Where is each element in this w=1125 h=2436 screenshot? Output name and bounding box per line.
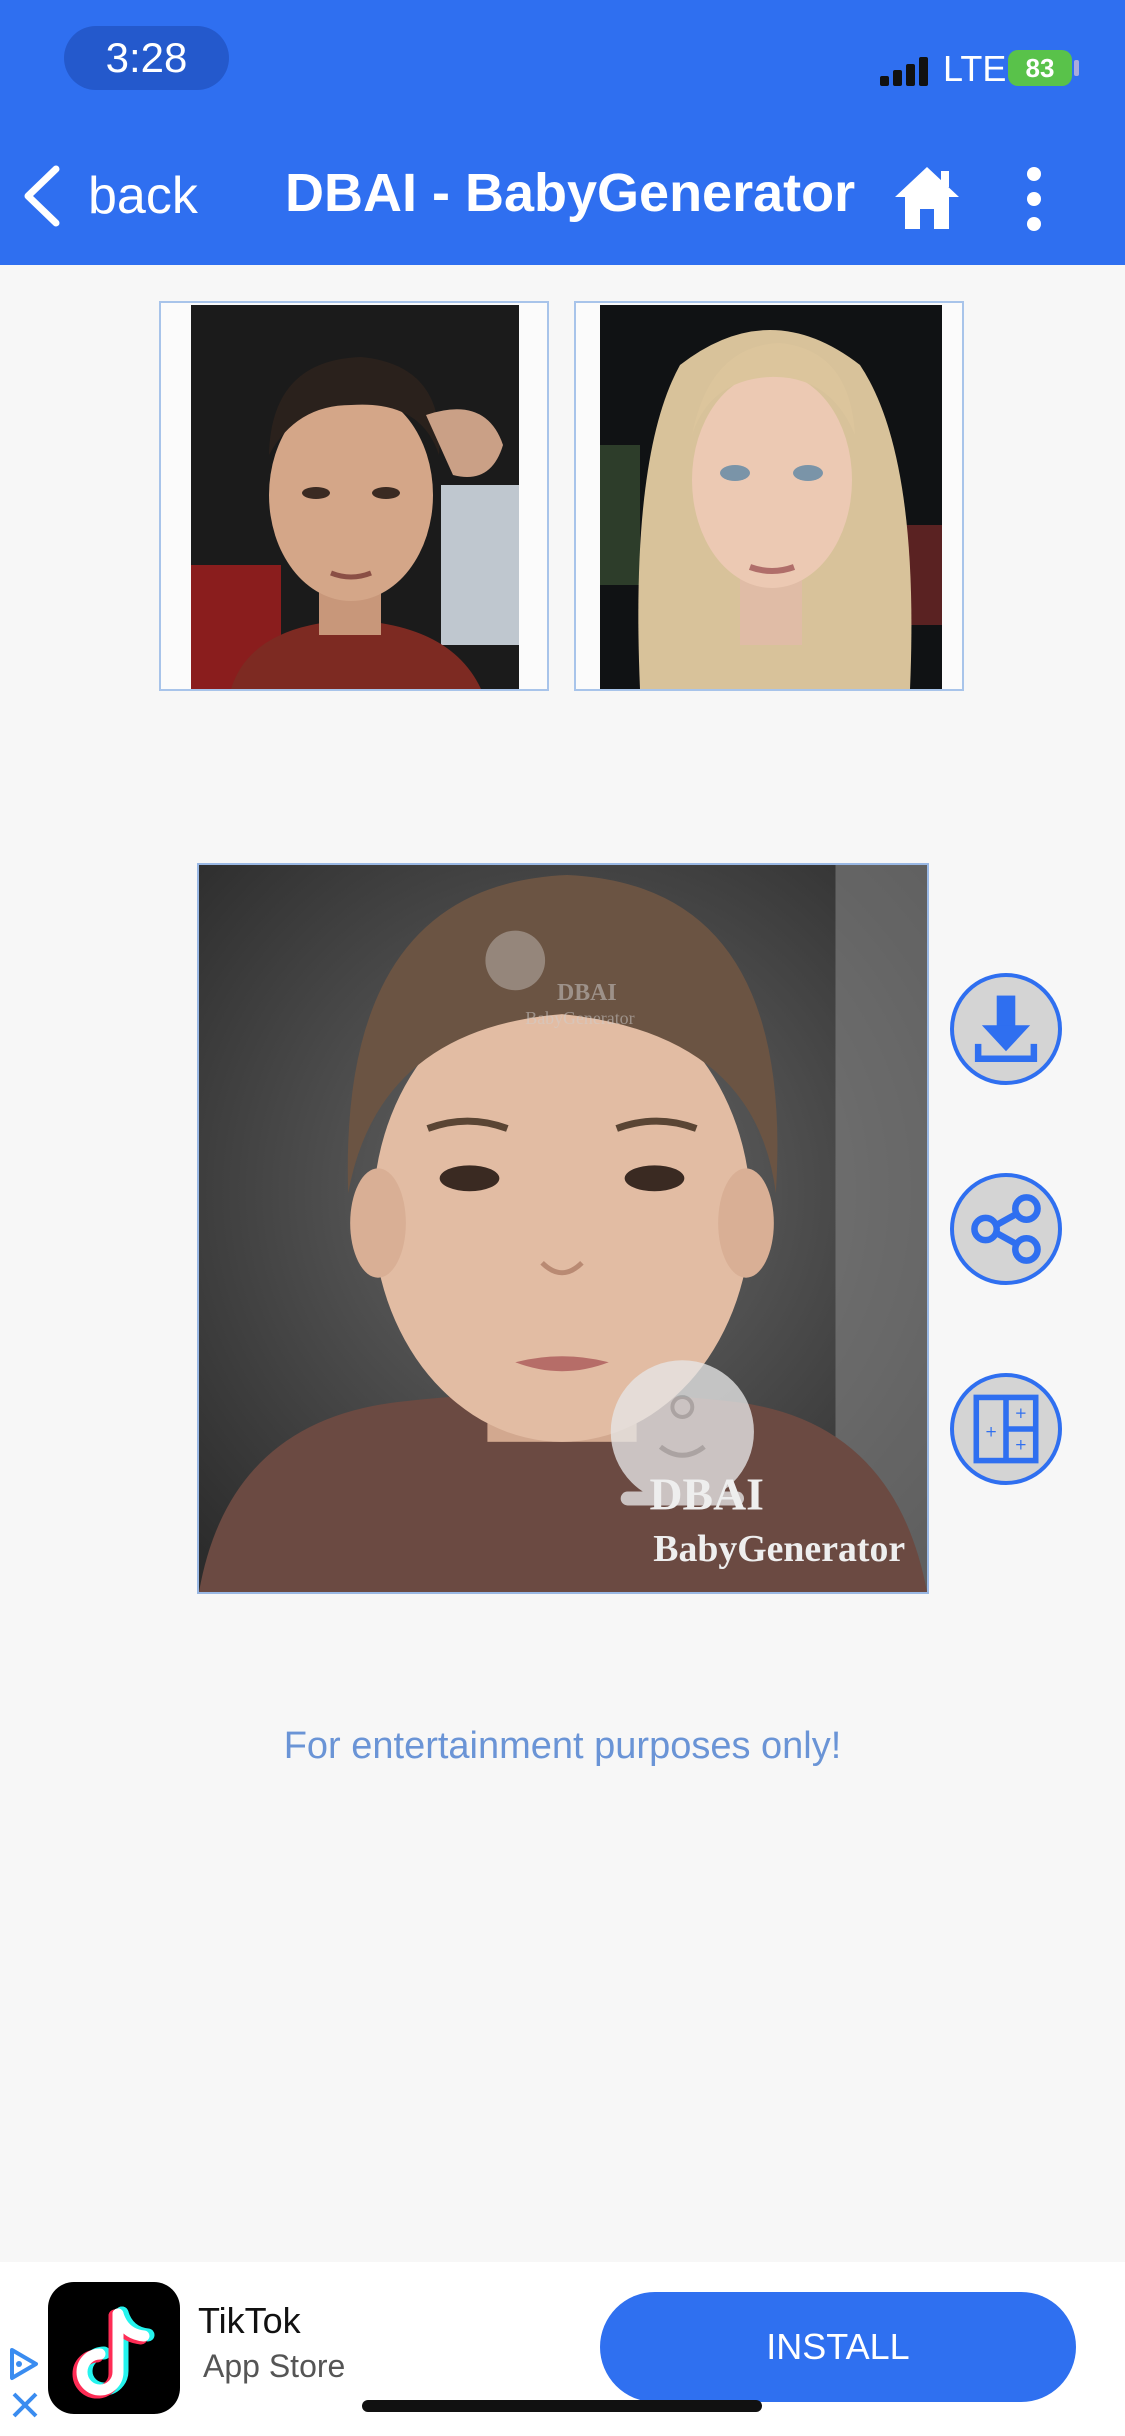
father-photo-frame[interactable] — [159, 301, 549, 691]
share-button[interactable] — [950, 1173, 1062, 1285]
app-header: 3:28 LTE 83 back DBAI - BabyGenerator — [0, 0, 1125, 265]
share-icon — [971, 1194, 1041, 1264]
back-label: back — [88, 167, 198, 225]
network-type: LTE — [943, 48, 1007, 89]
watermark-product-small: BabyGenerator — [525, 1008, 634, 1028]
watermark-brand-small: DBAI — [557, 980, 617, 1006]
mother-photo — [600, 305, 942, 689]
more-options-icon[interactable] — [1018, 166, 1050, 232]
adchoices-icon[interactable] — [8, 2346, 40, 2382]
ad-app-name[interactable]: TikTok — [198, 2300, 301, 2342]
status-time: 3:28 — [64, 26, 229, 90]
svg-text:+: + — [1015, 1435, 1027, 1453]
svg-text:+: + — [1015, 1404, 1027, 1422]
mother-photo-frame[interactable] — [574, 301, 964, 691]
watermark-brand: DBAI — [650, 1468, 764, 1519]
home-icon[interactable] — [893, 165, 961, 231]
watermark-product: BabyGenerator — [653, 1528, 905, 1570]
home-indicator[interactable] — [362, 2400, 762, 2412]
svg-text:+: + — [985, 1422, 997, 1440]
page-title: DBAI - BabyGenerator — [285, 163, 856, 223]
father-photo — [191, 305, 519, 689]
close-ad-icon[interactable] — [10, 2390, 40, 2420]
download-button[interactable] — [950, 973, 1062, 1085]
generated-baby-image: DBAI BabyGenerator DBAI BabyGenerator — [197, 863, 929, 1594]
ad-store-label: App Store — [203, 2348, 346, 2384]
disclaimer-text: For entertainment purposes only! — [283, 1725, 842, 1767]
layout-grid-icon: + + + — [973, 1394, 1039, 1464]
battery-icon: 83 — [1008, 50, 1072, 86]
cellular-signal-icon — [880, 56, 928, 86]
tiktok-app-icon[interactable] — [48, 2282, 180, 2414]
battery-tip — [1074, 60, 1079, 76]
install-button[interactable]: INSTALL — [600, 2292, 1076, 2402]
chevron-left-icon — [24, 165, 60, 227]
download-icon — [974, 995, 1038, 1062]
compare-layout-button[interactable]: + + + — [950, 1373, 1062, 1485]
back-button[interactable]: back — [22, 160, 198, 232]
